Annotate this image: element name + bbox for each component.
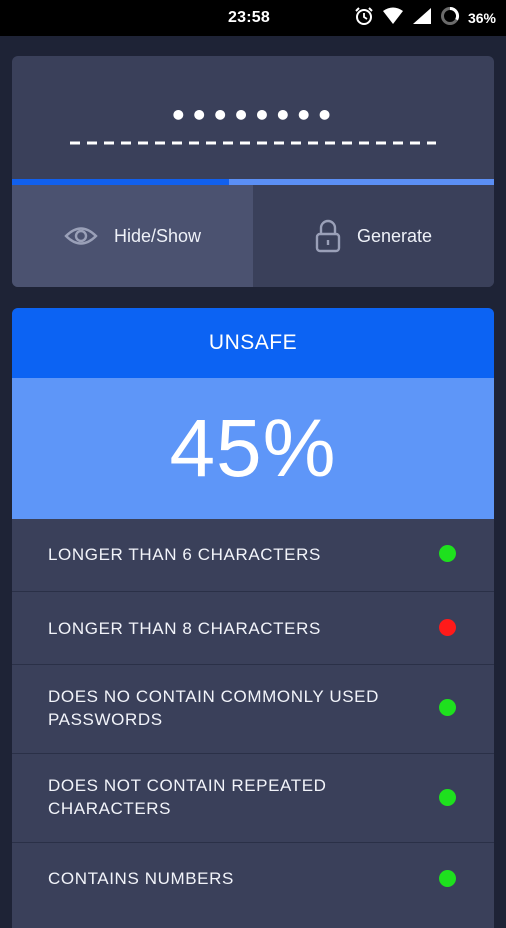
rule-label: LONGER THAN 6 CHARACTERS <box>48 545 321 564</box>
generate-label: Generate <box>356 225 433 246</box>
password-card: •••••••• Hide/Show Generate <box>12 56 494 287</box>
rule-label: DOES NO CONTAIN COMMONLY USED PASSWORDS <box>48 687 379 729</box>
password-field[interactable]: •••••••• <box>12 102 494 130</box>
rule-status-dot <box>439 699 456 716</box>
rule-status-dot <box>439 789 456 806</box>
rule-item: DOES NOT CONTAIN REPEATED CHARACTERS <box>12 754 494 843</box>
hide-show-button[interactable]: Hide/Show <box>12 185 253 287</box>
strength-verdict: UNSAFE <box>12 308 494 378</box>
rule-item: LONGER THAN 6 CHARACTERS <box>12 519 494 592</box>
status-bar: 23:58 36% <box>0 0 506 36</box>
rule-status-dot <box>439 545 456 562</box>
eye-icon <box>64 225 98 247</box>
lock-icon <box>315 219 341 253</box>
strength-score: 45% <box>12 378 494 519</box>
rule-item: DOES NO CONTAIN COMMONLY USED PASSWORDS <box>12 665 494 754</box>
battery-ring-icon <box>440 6 460 31</box>
generate-button[interactable]: Generate <box>253 185 494 287</box>
alarm-icon <box>354 6 374 31</box>
rule-label: DOES NOT CONTAIN REPEATED CHARACTERS <box>48 776 327 818</box>
strength-card: UNSAFE 45% LONGER THAN 6 CHARACTERS LONG… <box>12 308 494 928</box>
rule-label: LONGER THAN 8 CHARACTERS <box>48 619 321 638</box>
wifi-icon <box>382 7 404 30</box>
status-time: 23:58 <box>228 9 270 26</box>
hide-show-label: Hide/Show <box>113 225 202 246</box>
status-icons: 36% <box>354 6 496 31</box>
rules-list: LONGER THAN 6 CHARACTERS LONGER THAN 8 C… <box>12 519 494 923</box>
rule-label: CONTAINS NUMBERS <box>48 869 234 888</box>
rule-status-dot <box>439 870 456 887</box>
signal-icon <box>412 7 432 30</box>
rule-status-dot <box>439 619 456 636</box>
rule-item: CONTAINS NUMBERS <box>12 843 494 923</box>
password-underline <box>70 141 436 145</box>
battery-percent: 36% <box>467 10 496 26</box>
rule-item: LONGER THAN 8 CHARACTERS <box>12 592 494 665</box>
